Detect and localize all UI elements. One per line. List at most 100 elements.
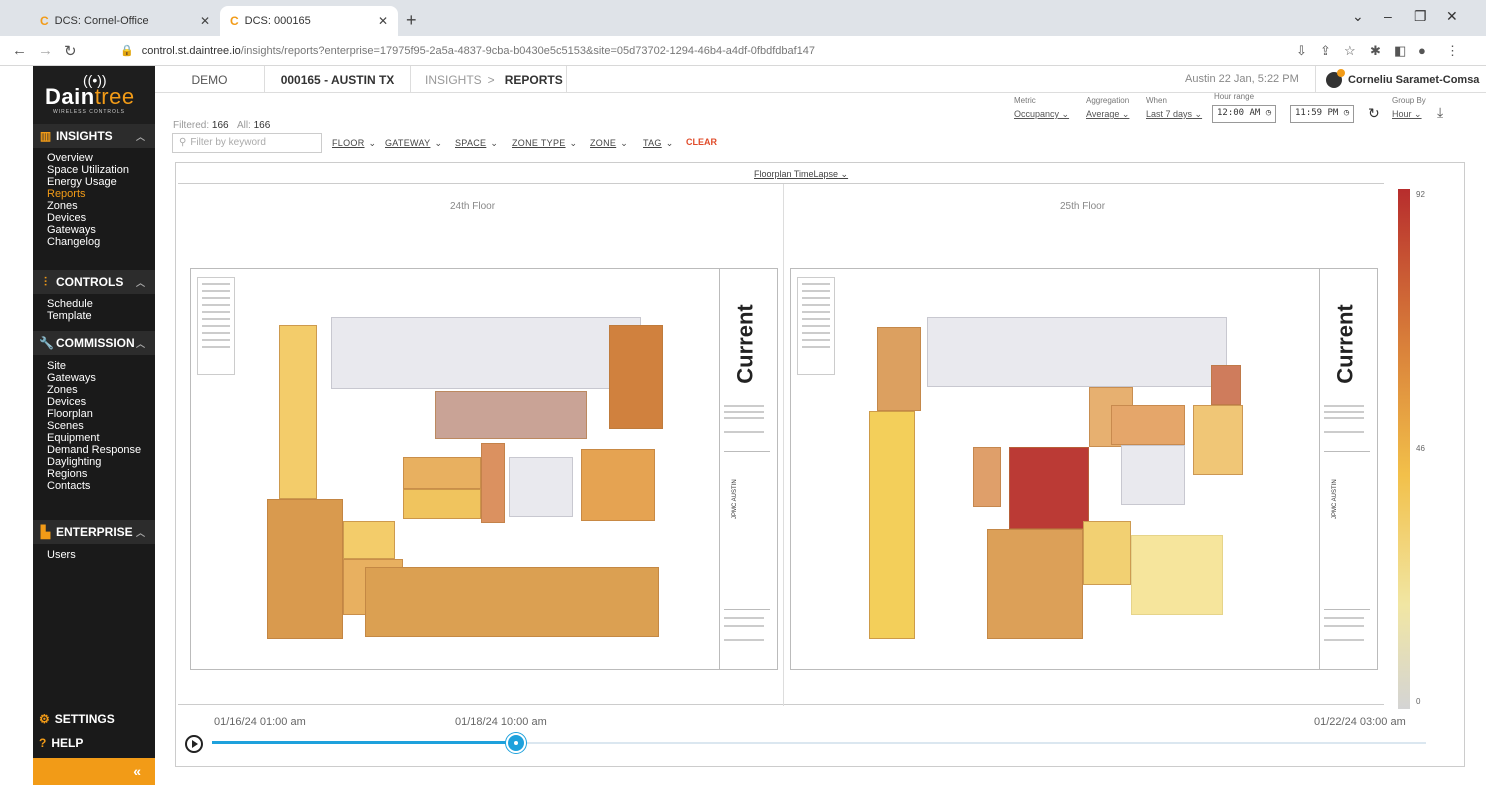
filter-floor-dropdown[interactable]: FLOOR ⌄ <box>332 138 376 149</box>
sidebar-item-site[interactable]: Site <box>47 360 66 372</box>
sidebar-item-scenes[interactable]: Scenes <box>47 420 84 432</box>
zone[interactable] <box>365 567 659 637</box>
sidebar-item-changelog[interactable]: Changelog <box>47 236 100 248</box>
sidebar-item-users[interactable]: Users <box>47 549 76 561</box>
minimize-icon[interactable]: – <box>1384 8 1392 24</box>
sidebar-item-contacts[interactable]: Contacts <box>47 480 90 492</box>
sidebar-item-gateways[interactable]: Gateways <box>47 224 96 236</box>
tab-search-icon[interactable]: ⌄ <box>1352 8 1364 25</box>
zone[interactable] <box>581 449 655 521</box>
sidebar-item-schedule[interactable]: Schedule <box>47 298 93 310</box>
zone[interactable] <box>1111 405 1185 445</box>
share-icon[interactable]: ⇪ <box>1320 43 1331 59</box>
filter-zone-dropdown[interactable]: ZONE ⌄ <box>590 138 628 149</box>
sidebar-item-gateways[interactable]: Gateways <box>47 372 96 384</box>
close-tab-icon[interactable]: ✕ <box>200 14 210 28</box>
breadcrumb-insights[interactable]: INSIGHTS <box>425 73 482 87</box>
zone[interactable] <box>331 317 641 389</box>
timeline-handle[interactable] <box>506 733 526 753</box>
metric-select[interactable]: Occupancy ⌄ <box>1014 109 1069 120</box>
zone[interactable] <box>987 529 1083 639</box>
sidebar-item-reports[interactable]: Reports <box>47 188 86 200</box>
zone[interactable] <box>481 443 505 523</box>
play-icon[interactable] <box>185 735 203 753</box>
reload-icon[interactable]: ↻ <box>64 42 77 60</box>
extensions-icon[interactable]: ✱ <box>1370 43 1381 59</box>
download-icon[interactable]: ⤓ <box>1437 104 1443 121</box>
profile-icon[interactable]: ● <box>1418 43 1426 58</box>
org-selector[interactable]: DEMO <box>155 66 265 93</box>
when-select[interactable]: Last 7 days ⌄ <box>1146 109 1202 120</box>
install-icon[interactable]: ⇩ <box>1296 43 1307 59</box>
site-selector[interactable]: 000165 - AUSTIN TX <box>265 66 411 93</box>
floorplan-sheet[interactable]: Current JPMC AUSTIN <box>190 268 778 670</box>
sidebar-item-template[interactable]: Template <box>47 310 92 322</box>
forward-icon[interactable]: → <box>38 42 53 59</box>
zone[interactable] <box>343 521 395 559</box>
settings-link[interactable]: ⚙ SETTINGS <box>39 712 115 726</box>
sidebar-section-commission[interactable]: 🔧 COMMISSION ︿ <box>33 331 155 355</box>
zone[interactable] <box>1211 365 1241 405</box>
floorplan-sheet[interactable]: Current JPMC AUSTIN <box>790 268 1378 670</box>
sidebar-item-equipment[interactable]: Equipment <box>47 432 100 444</box>
filter-tag-dropdown[interactable]: TAG ⌄ <box>643 138 674 149</box>
sidebar-item-devices[interactable]: Devices <box>47 212 86 224</box>
sidepanel-icon[interactable]: ◧ <box>1394 43 1406 59</box>
zone[interactable] <box>877 327 921 411</box>
sidebar-item-space-utilization[interactable]: Space Utilization <box>47 164 129 176</box>
browser-tab-active[interactable]: C DCS: 000165 ✕ <box>220 6 398 36</box>
sidebar-item-overview[interactable]: Overview <box>47 152 93 164</box>
menu-kebab-icon[interactable]: ⋮ <box>1446 43 1459 59</box>
sidebar-item-floorplan[interactable]: Floorplan <box>47 408 93 420</box>
browser-tab[interactable]: C DCS: Cornel-Office ✕ <box>30 6 220 36</box>
zone[interactable] <box>1193 405 1243 475</box>
back-icon[interactable]: ← <box>12 42 27 59</box>
collapse-sidebar-button[interactable]: « <box>33 758 155 785</box>
sidebar-section-insights[interactable]: ▥ INSIGHTS ︿ <box>33 124 155 148</box>
help-link[interactable]: ? HELP <box>39 736 83 750</box>
filter-space-dropdown[interactable]: SPACE ⌄ <box>455 138 498 149</box>
new-tab-icon[interactable]: + <box>406 10 417 31</box>
refresh-icon[interactable]: ↻ <box>1368 105 1380 122</box>
sidebar-item-regions[interactable]: Regions <box>47 468 87 480</box>
zone[interactable] <box>267 499 343 639</box>
sidebar-item-demand-response[interactable]: Demand Response <box>47 444 141 456</box>
restore-icon[interactable]: ❐ <box>1414 8 1427 25</box>
filter-zone-type-dropdown[interactable]: ZONE TYPE ⌄ <box>512 138 577 149</box>
timeline-slider[interactable] <box>212 733 1426 753</box>
zone[interactable] <box>509 457 573 517</box>
view-type-select[interactable]: Floorplan TimeLapse ⌄ <box>754 169 848 180</box>
aggregation-select[interactable]: Average ⌄ <box>1086 109 1129 120</box>
zone[interactable] <box>1121 445 1185 505</box>
zone[interactable] <box>403 457 481 489</box>
zone[interactable] <box>403 489 481 519</box>
close-tab-icon[interactable]: ✕ <box>378 14 388 28</box>
zone[interactable] <box>869 411 915 639</box>
close-window-icon[interactable]: ✕ <box>1446 8 1458 25</box>
zone[interactable] <box>435 391 587 439</box>
zone[interactable] <box>1131 535 1223 615</box>
search-input[interactable]: ⚲ Filter by keyword <box>172 133 322 153</box>
zone[interactable] <box>609 325 663 429</box>
sidebar-item-devices[interactable]: Devices <box>47 396 86 408</box>
sidebar-item-zones[interactable]: Zones <box>47 200 78 212</box>
sidebar-section-controls[interactable]: ⫶ CONTROLS ︿ <box>33 270 155 294</box>
zone[interactable] <box>1009 447 1089 529</box>
address-bar[interactable]: 🔒 control.st.daintree.io/insights/reports… <box>120 44 815 57</box>
user-menu[interactable]: Corneliu Saramet-Comsa <box>1315 66 1479 93</box>
hour-end-input[interactable]: 11:59 PM ◷ <box>1290 105 1355 123</box>
sidebar-section-enterprise[interactable]: ▙ ENTERPRISE ︿ <box>33 520 155 544</box>
zone[interactable] <box>927 317 1227 387</box>
daintree-logo[interactable]: ((•)) Daintree WIRELESS CONTROLS <box>33 66 155 124</box>
group-by-select[interactable]: Hour ⌄ <box>1392 109 1422 120</box>
sidebar-item-daylighting[interactable]: Daylighting <box>47 456 101 468</box>
sidebar-item-zones[interactable]: Zones <box>47 384 78 396</box>
hour-start-input[interactable]: 12:00 AM ◷ <box>1212 105 1277 123</box>
sidebar-item-energy-usage[interactable]: Energy Usage <box>47 176 117 188</box>
filter-gateway-dropdown[interactable]: GATEWAY ⌄ <box>385 138 442 149</box>
zone[interactable] <box>973 447 1001 507</box>
zone[interactable] <box>1083 521 1131 585</box>
clear-filters-button[interactable]: CLEAR <box>686 137 717 147</box>
zone[interactable] <box>279 325 317 499</box>
bookmark-star-icon[interactable]: ☆ <box>1344 43 1356 59</box>
